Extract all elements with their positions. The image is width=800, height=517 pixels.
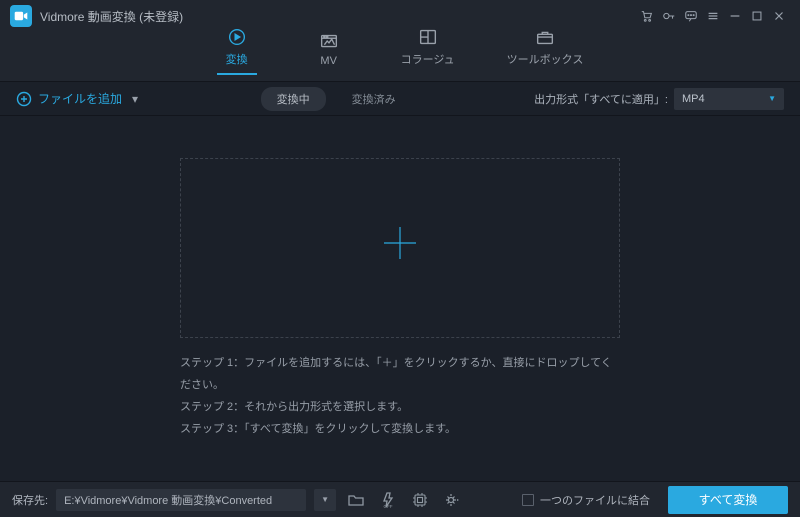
- convert-all-button[interactable]: すべて変換: [668, 486, 788, 514]
- open-folder-icon[interactable]: [344, 488, 368, 512]
- step-text: ステップ 1：ファイルを追加するには、「＋」をクリックするか、直接にドロップして…: [180, 352, 620, 396]
- cart-icon[interactable]: [636, 5, 658, 27]
- tab-label: ツールボックス: [507, 51, 584, 67]
- hw-accel-icon[interactable]: OFF: [376, 488, 400, 512]
- save-location-label: 保存先:: [12, 492, 48, 508]
- tab-convert[interactable]: 変換: [211, 23, 263, 79]
- window-title: Vidmore 動画変換 (未登録): [40, 8, 183, 25]
- save-path-dropdown[interactable]: ▼: [314, 489, 336, 511]
- maximize-button[interactable]: [746, 5, 768, 27]
- app-logo: [10, 5, 32, 27]
- gpu-icon[interactable]: [408, 488, 432, 512]
- tab-label: コラージュ: [401, 51, 455, 67]
- step-text: ステップ 2：それから出力形式を選択します。: [180, 396, 620, 418]
- tab-label: 変換: [226, 51, 248, 67]
- main-tab-bar: 変換 MV コラージュ ツールボックス: [0, 32, 800, 82]
- tab-toolbox[interactable]: ツールボックス: [501, 23, 590, 79]
- output-format-label: 出力形式「すべてに適用」:: [534, 91, 668, 107]
- chevron-down-icon: ▼: [768, 94, 776, 103]
- tab-label: MV: [320, 55, 337, 67]
- settings-icon[interactable]: [440, 488, 464, 512]
- save-path-text: E:¥Vidmore¥Vidmore 動画変換¥Converted: [64, 492, 272, 508]
- add-file-button[interactable]: ファイルを追加 ▾: [16, 90, 138, 107]
- tab-collage[interactable]: コラージュ: [395, 23, 461, 79]
- save-path-display[interactable]: E:¥Vidmore¥Vidmore 動画変換¥Converted: [56, 489, 306, 511]
- subtab-converting[interactable]: 変換中: [261, 87, 326, 111]
- subtab-converted[interactable]: 変換済み: [336, 87, 412, 111]
- output-format-select[interactable]: MP4 ▼: [674, 88, 784, 110]
- svg-text:OFF: OFF: [384, 504, 393, 509]
- merge-into-one-checkbox[interactable]: 一つのファイルに結合: [522, 492, 650, 508]
- step-text: ステップ 3：「すべて変換」をクリックして変換します。: [180, 418, 620, 440]
- close-button[interactable]: [768, 5, 790, 27]
- feedback-icon[interactable]: [680, 5, 702, 27]
- menu-icon[interactable]: [702, 5, 724, 27]
- add-file-label: ファイルを追加: [38, 90, 122, 107]
- plus-icon: [378, 221, 422, 274]
- footer-bar: 保存先: E:¥Vidmore¥Vidmore 動画変換¥Converted ▼…: [0, 481, 800, 517]
- instruction-steps: ステップ 1：ファイルを追加するには、「＋」をクリックするか、直接にドロップして…: [180, 352, 620, 440]
- checkbox-box: [522, 494, 534, 506]
- main-area: ステップ 1：ファイルを追加するには、「＋」をクリックするか、直接にドロップして…: [0, 116, 800, 481]
- output-format-value: MP4: [682, 93, 705, 105]
- tab-mv[interactable]: MV: [303, 27, 355, 79]
- key-icon[interactable]: [658, 5, 680, 27]
- minimize-button[interactable]: [724, 5, 746, 27]
- file-drop-zone[interactable]: [180, 158, 620, 338]
- merge-label: 一つのファイルに結合: [540, 492, 650, 508]
- sub-bar: ファイルを追加 ▾ 変換中 変換済み 出力形式「すべてに適用」: MP4 ▼: [0, 82, 800, 116]
